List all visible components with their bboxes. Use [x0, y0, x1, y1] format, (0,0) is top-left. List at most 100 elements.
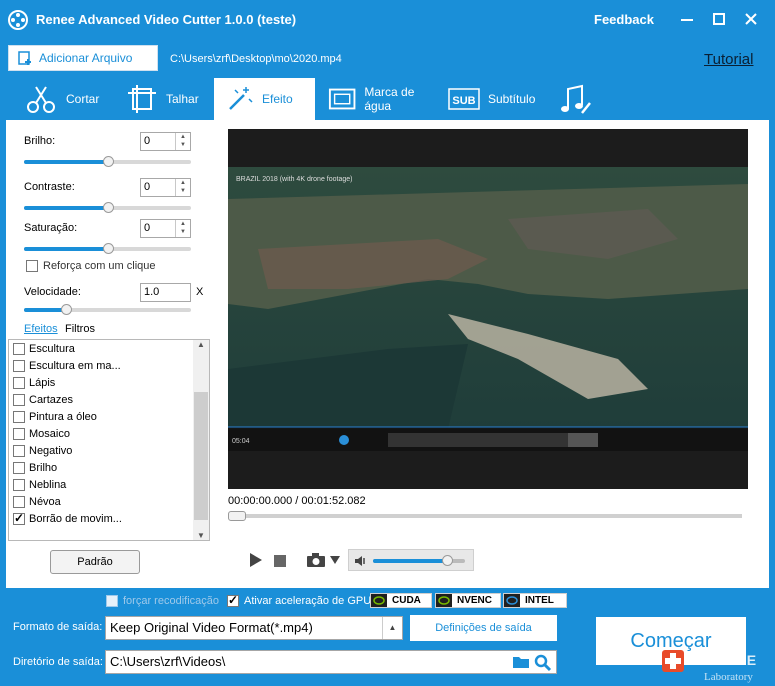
spin-up-icon[interactable]: ▲	[176, 133, 190, 141]
subtitle-icon: SUB	[448, 88, 480, 110]
speed-slider[interactable]	[24, 304, 191, 315]
effect-checkbox[interactable]	[13, 342, 25, 355]
minimize-icon[interactable]	[676, 8, 698, 30]
spin-up-icon[interactable]: ▲	[176, 220, 190, 228]
chevron-up-icon[interactable]: ▲	[382, 617, 402, 639]
volume-control[interactable]	[348, 549, 474, 571]
contrast-input[interactable]: 0 ▲ ▼	[140, 178, 191, 197]
brightness-slider[interactable]	[24, 156, 191, 167]
effect-item[interactable]: Lápis	[9, 374, 209, 391]
intel-icon	[504, 594, 520, 607]
close-icon[interactable]	[740, 8, 762, 30]
one-click-option[interactable]: Reforça com um clique	[26, 260, 156, 272]
output-dir-input[interactable]: C:\Users\zrf\Videos\	[105, 650, 557, 674]
effect-item[interactable]: Cartazes	[9, 391, 209, 408]
renee-logo: RENE.E Laboratory	[662, 650, 756, 683]
effect-item[interactable]: Neblina	[9, 476, 209, 493]
effect-checkbox[interactable]	[13, 478, 25, 491]
camera-icon[interactable]	[306, 552, 326, 568]
effect-label: Brilho	[29, 461, 58, 474]
speed-value: 1.0	[144, 286, 160, 298]
volume-icon[interactable]	[354, 555, 368, 567]
effect-item[interactable]: Negativo	[9, 442, 209, 459]
effect-checkbox[interactable]	[13, 461, 25, 474]
brightness-input[interactable]: 0 ▲ ▼	[140, 132, 191, 151]
tab-label: Talhar	[166, 92, 199, 106]
tab-filtros[interactable]: Filtros	[65, 323, 95, 335]
effect-item[interactable]: Escultura	[9, 340, 209, 357]
effect-item[interactable]: Borrão de movim...	[9, 510, 209, 527]
format-value: Keep Original Video Format(*.mp4)	[110, 620, 313, 635]
gpu-accel-checkbox[interactable]	[227, 593, 239, 607]
effect-checkbox[interactable]	[13, 444, 25, 457]
saturation-input[interactable]: 0 ▲ ▼	[140, 219, 191, 238]
feedback-link[interactable]: Feedback	[594, 12, 654, 27]
format-select[interactable]: Keep Original Video Format(*.mp4) ▲	[105, 616, 403, 640]
stop-icon[interactable]	[274, 555, 286, 567]
play-icon[interactable]	[248, 552, 264, 568]
slider-thumb[interactable]	[103, 156, 114, 167]
tab-efeito[interactable]: Efeito	[214, 78, 315, 120]
add-file-button[interactable]: Adicionar Arquivo	[8, 45, 158, 71]
volume-slider[interactable]	[373, 555, 465, 566]
scroll-down-icon[interactable]: ▼	[193, 531, 209, 540]
spin-down-icon[interactable]: ▼	[176, 228, 190, 236]
speed-label: Velocidade:	[24, 286, 81, 298]
contrast-slider[interactable]	[24, 202, 191, 213]
nvidia-icon	[371, 594, 387, 607]
spin-down-icon[interactable]: ▼	[176, 187, 190, 195]
tab-efeitos[interactable]: Efeitos	[24, 323, 58, 335]
force-reencode-option[interactable]: forçar recodificação	[106, 595, 219, 607]
effect-item[interactable]: Névoa	[9, 493, 209, 510]
one-click-label: Reforça com um clique	[43, 260, 156, 272]
effect-checkbox[interactable]	[13, 511, 25, 525]
effect-checkbox[interactable]	[13, 427, 25, 440]
gpu-accel-option[interactable]: Ativar aceleração de GPU	[227, 593, 371, 607]
scroll-up-icon[interactable]: ▲	[193, 340, 209, 349]
volume-thumb[interactable]	[442, 555, 453, 566]
folder-icon[interactable]	[512, 655, 530, 669]
dir-label: Diretório de saída:	[13, 656, 103, 668]
tab-subtitulo[interactable]: SUB Subtítulo	[448, 78, 548, 120]
file-path: C:\Users\zrf\Desktop\mo\2020.mp4	[170, 53, 342, 65]
default-button[interactable]: Padrão	[50, 550, 140, 574]
timeline-thumb[interactable]	[228, 511, 246, 521]
effect-checkbox[interactable]	[13, 495, 25, 508]
effect-item[interactable]: Pintura a óleo	[9, 408, 209, 425]
scroll-thumb[interactable]	[194, 392, 208, 520]
maximize-icon[interactable]	[708, 8, 730, 30]
saturation-slider[interactable]	[24, 243, 191, 254]
output-settings-button[interactable]: Definições de saída	[410, 615, 557, 641]
tab-marca-de-agua[interactable]: Marca de água	[328, 78, 440, 120]
effect-checkbox[interactable]	[13, 376, 25, 389]
force-reencode-checkbox[interactable]	[106, 595, 118, 607]
logo-text: RENE.E	[704, 652, 756, 668]
effect-label: Cartazes	[29, 393, 74, 406]
tab-talhar[interactable]: Talhar	[126, 78, 216, 120]
tutorial-link[interactable]: Tutorial	[704, 51, 753, 68]
effect-checkbox[interactable]	[13, 410, 25, 423]
slider-thumb[interactable]	[103, 202, 114, 213]
effect-item[interactable]: Mosaico	[9, 425, 209, 442]
spin-down-icon[interactable]: ▼	[176, 141, 190, 149]
effect-checkbox[interactable]	[13, 359, 25, 372]
tab-audio[interactable]	[558, 78, 598, 120]
timeline-slider[interactable]	[228, 511, 742, 521]
intel-label: INTEL	[525, 595, 554, 606]
slider-thumb[interactable]	[61, 304, 72, 315]
speed-input[interactable]: 1.0	[140, 283, 191, 302]
video-overlay-title: BRAZIL 2018 (with 4K drone footage)	[236, 176, 352, 183]
effect-item[interactable]: Brilho	[9, 459, 209, 476]
tab-cortar[interactable]: Cortar	[24, 78, 114, 120]
dir-value: C:\Users\zrf\Videos\	[110, 654, 226, 669]
one-click-checkbox[interactable]	[26, 260, 38, 272]
effect-checkbox[interactable]	[13, 393, 25, 406]
effect-item[interactable]: Escultura em ma...	[9, 357, 209, 374]
effects-scrollbar[interactable]: ▲ ▼	[193, 340, 209, 540]
search-icon[interactable]	[534, 654, 552, 672]
slider-thumb[interactable]	[103, 243, 114, 254]
chevron-down-icon[interactable]	[330, 556, 340, 564]
title-bar: Renee Advanced Video Cutter 1.0.0 (teste…	[0, 0, 775, 40]
video-preview[interactable]: BRAZIL 2018 (with 4K drone footage) 05:0…	[228, 129, 748, 489]
spin-up-icon[interactable]: ▲	[176, 179, 190, 187]
